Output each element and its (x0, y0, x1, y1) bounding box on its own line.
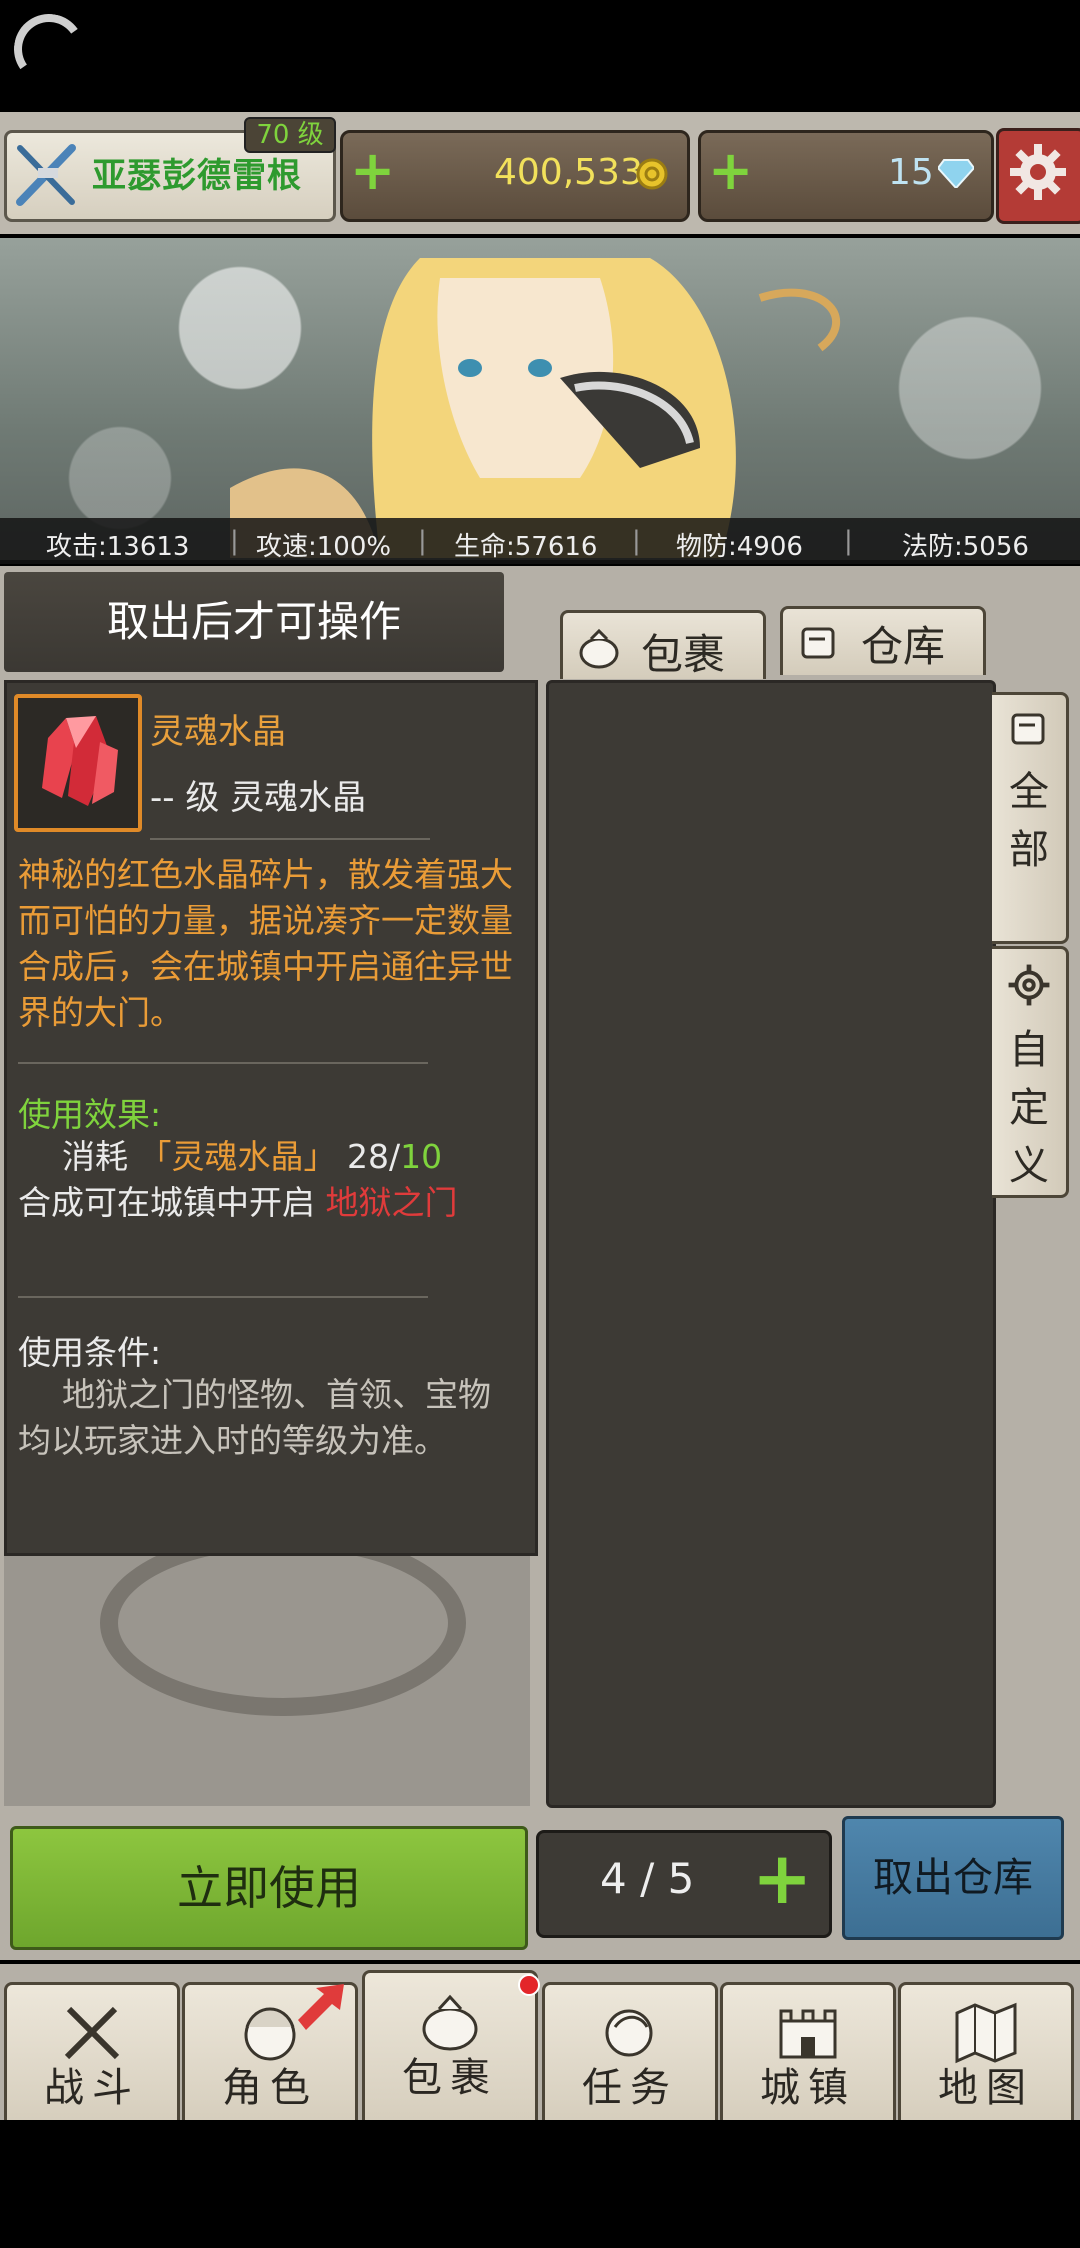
nav-bag[interactable]: 包裹 (362, 1970, 538, 2121)
condition-text: 地狱之门的怪物、首领、宝物均以玩家进入时的等级为准。 (18, 1375, 491, 1460)
gold-coin-icon (636, 158, 668, 190)
gear-icon (1010, 144, 1066, 200)
item-name: 灵魂水晶 (150, 712, 286, 752)
effect-target: 地狱之门 (325, 1183, 458, 1222)
filter-all-label-2: 部 (1009, 827, 1049, 873)
level-badge: 70 级 (244, 117, 336, 153)
nav-town[interactable]: 城镇 (720, 1982, 896, 2121)
gear-icon (1008, 964, 1050, 1006)
divider (18, 1062, 428, 1064)
filter-custom-label-1: 自 (1009, 1027, 1049, 1073)
status-bar (0, 0, 1080, 112)
nav-battle-label: 战斗 (44, 2065, 140, 2111)
system-nav-area (0, 2120, 1080, 2248)
bag-icon (579, 628, 619, 669)
filter-custom-label-3: 义 (1009, 1143, 1049, 1189)
diamond-icon (938, 159, 974, 188)
crossed-swords-icon (16, 144, 76, 206)
stat-attack-speed: 攻速:100% (256, 532, 392, 562)
stat-separator: | (418, 526, 427, 556)
tab-warehouse-label: 仓库 (861, 622, 946, 671)
condition-title: 使用条件: (18, 1333, 162, 1372)
effect-required: 10 (400, 1137, 443, 1176)
item-description: 神秘的红色水晶碎片，散发着强大而可怕的力量，据说凑齐一定数量合成后，会在城镇中开… (18, 855, 513, 1032)
nav-quest[interactable]: 任务 (542, 1982, 718, 2121)
nav-town-label: 城镇 (760, 2065, 856, 2111)
gem-amount: 15 (888, 152, 934, 193)
effect-prefix: 消耗 (62, 1137, 128, 1176)
gold-amount: 400,533 (494, 152, 643, 193)
effect-line2: 合成可在城镇中开启 (18, 1183, 315, 1222)
nav-map[interactable]: 地图 (898, 1982, 1074, 2121)
filter-all-label-1: 全 (1009, 769, 1049, 815)
emblem-watermark (100, 1530, 466, 1716)
item-icon-frame (14, 694, 142, 832)
scroll-icon (1011, 713, 1045, 745)
tab-warehouse[interactable]: 仓库 (780, 606, 986, 675)
effect-item: 「灵魂水晶」 (138, 1137, 337, 1176)
warehouse-grid (546, 680, 996, 1808)
item-level: -- 级 灵魂水晶 (150, 778, 367, 818)
nav-map-label: 地图 (938, 2065, 1034, 2111)
stat-separator: | (632, 526, 641, 556)
hero-stats-bar: 攻击:13613 | 攻速:100% | 生命:57616 | 物防:4906 … (0, 518, 1080, 564)
effect-text: 消耗 「灵魂水晶」 28/10 合成可在城镇中开启 地狱之门 (18, 1134, 518, 1226)
divider (150, 838, 430, 840)
use-now-button[interactable]: 立即使用 (10, 1826, 528, 1950)
stat-magic-defense: 法防:5056 (902, 532, 1029, 562)
red-crystal-icon (42, 716, 118, 806)
tab-bag[interactable]: 包裹 (560, 610, 766, 679)
nav-bag-label: 包裹 (402, 2055, 498, 2101)
stat-hp: 生命:57616 (454, 532, 598, 562)
add-gold-button[interactable]: + (350, 128, 395, 214)
tab-bag-label: 包裹 (641, 630, 726, 679)
stat-physical-defense: 物防:4906 (676, 532, 803, 562)
filter-custom-tab[interactable]: 自 定 义 (992, 946, 1069, 1198)
scroll-icon (801, 627, 835, 659)
effect-owned: 28/ (347, 1137, 401, 1176)
withdraw-button[interactable]: 取出仓库 (842, 1816, 1064, 1940)
panel-header: 取出后才可操作 (4, 572, 504, 672)
filter-all-tab[interactable]: 全 部 (992, 692, 1069, 944)
filter-custom-label-2: 定 (1009, 1085, 1049, 1131)
add-gem-button[interactable]: + (708, 128, 753, 214)
quantity-increase-button[interactable]: + (752, 1836, 812, 1920)
divider (18, 1296, 428, 1298)
notification-dot (518, 1974, 540, 1996)
quantity-value: 4 / 5 (600, 1854, 695, 1903)
nav-character-label: 角色 (222, 2065, 318, 2111)
stat-separator: | (230, 526, 239, 556)
effect-title: 使用效果: (18, 1095, 162, 1134)
player-name: 亚瑟彭德雷根 (92, 156, 302, 196)
hero-banner (0, 238, 1080, 560)
nav-quest-label: 任务 (582, 2065, 678, 2111)
upgrade-arrow-icon (298, 1984, 344, 2030)
stat-separator: | (844, 526, 853, 556)
stat-attack: 攻击:13613 (46, 532, 190, 562)
nav-battle[interactable]: 战斗 (4, 1982, 180, 2121)
hero-portrait (230, 258, 841, 558)
